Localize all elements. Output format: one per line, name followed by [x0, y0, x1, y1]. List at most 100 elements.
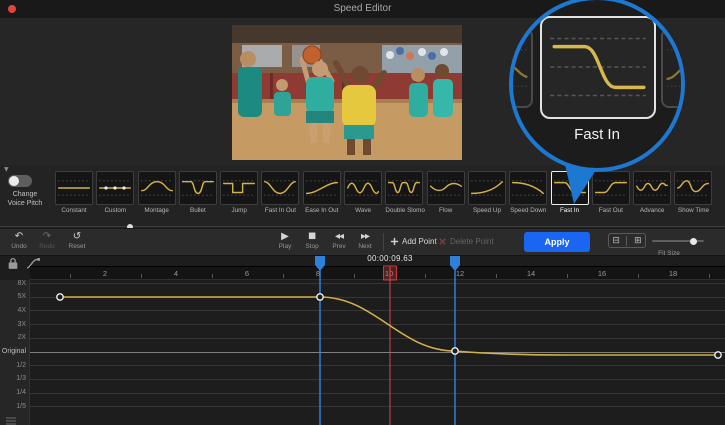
preset-thumbnail: [220, 171, 258, 205]
gridline: [30, 338, 725, 339]
preset-ease-in-out[interactable]: Ease In Out: [303, 171, 341, 214]
preset-scrollbar[interactable]: [0, 226, 725, 227]
gridline: [30, 365, 725, 366]
preset-thumbnail: [674, 171, 712, 205]
speed-editor-window: Speed Editor: [0, 0, 725, 425]
speed-scale-label: Original: [0, 348, 26, 355]
preset-thumbnail: [633, 171, 671, 205]
curve-graph[interactable]: 8X5X4X3X2XOriginal1/21/31/41/5: [0, 256, 725, 425]
gridline: [30, 406, 725, 407]
preset-thumbnail: [385, 171, 423, 205]
stop-button[interactable]: ■ Stop: [299, 231, 325, 250]
prev-icon: ◂◂: [326, 231, 352, 242]
gridline: [30, 393, 725, 394]
preset-label: Custom: [96, 207, 134, 214]
toggle-knob: [9, 176, 19, 186]
preset-label: Constant: [55, 207, 93, 214]
speed-scale-label: 1/3: [0, 375, 26, 382]
preset-thumbnail: [96, 171, 134, 205]
next-icon: ▸▸: [352, 231, 378, 242]
preset-custom[interactable]: Custom: [96, 171, 134, 214]
gridline: [30, 324, 725, 325]
apply-button[interactable]: Apply: [524, 232, 590, 252]
scale-options-icon[interactable]: [5, 413, 17, 425]
play-button[interactable]: ▶ Play: [272, 231, 298, 250]
delete-point-icon: [438, 237, 447, 246]
preset-fast-in-out[interactable]: Fast In Out: [261, 171, 299, 214]
collapse-arrow-icon[interactable]: ▼: [4, 166, 9, 173]
undo-icon: ↶: [6, 231, 32, 242]
gridline: [30, 297, 725, 298]
fit-view-icon[interactable]: ⊞: [634, 236, 642, 246]
preset-advance[interactable]: Advance: [633, 171, 671, 214]
preset-thumbnail: [138, 171, 176, 205]
next-button[interactable]: ▸▸ Next: [352, 231, 378, 250]
preset-thumbnail: [55, 171, 93, 205]
undo-button[interactable]: ↶ Undo: [6, 231, 32, 250]
play-icon: ▶: [272, 231, 298, 242]
zoom-slider[interactable]: [652, 240, 704, 242]
redo-icon: ↷: [34, 231, 60, 242]
preset-list: ConstantCustom MontageBulletJumpFast In O…: [55, 171, 716, 214]
preset-label: Flow: [427, 207, 465, 214]
preset-montage[interactable]: Montage: [138, 171, 176, 214]
speed-scale-label: 3X: [0, 321, 26, 328]
add-point-icon: [390, 237, 399, 246]
gridline: [30, 283, 725, 284]
toolbar-separator: [383, 233, 384, 251]
zoom-out-icon[interactable]: ⊟: [612, 236, 620, 246]
basketball-scene-illustration: [232, 25, 462, 160]
zoom-slider-knob[interactable]: [690, 238, 697, 245]
preset-label: Speed Down: [509, 207, 547, 214]
preset-label: Advance: [633, 207, 671, 214]
zoom-controls: ⊟ ⊞: [608, 233, 646, 248]
preset-label: Fast In Out: [261, 207, 299, 214]
reset-button[interactable]: ↺ Reset: [64, 231, 90, 250]
preset-label: Wave: [344, 207, 382, 214]
preset-thumbnail: [427, 171, 465, 205]
callout-fast-in-thumb: [540, 16, 656, 119]
preset-double-slomo[interactable]: Double Slomo: [385, 171, 423, 214]
speed-scale-label: 1/4: [0, 389, 26, 396]
speed-scale-label: 1/2: [0, 362, 26, 369]
voice-pitch-label: ChangeVoice Pitch: [0, 190, 50, 208]
preset-thumbnail: [468, 171, 506, 205]
speed-scale-label: 4X: [0, 307, 26, 314]
gridline: [30, 310, 725, 311]
gridline: [30, 379, 725, 380]
preset-label: Jump: [220, 207, 258, 214]
delete-point-button[interactable]: Delete Point: [438, 237, 494, 246]
voice-pitch-toggle[interactable]: [8, 175, 32, 187]
preset-label: Bullet: [179, 207, 217, 214]
preset-wave[interactable]: Wave: [344, 171, 382, 214]
callout-left-neighbor-thumb: [509, 28, 533, 108]
preset-bullet[interactable]: Bullet: [179, 171, 217, 214]
preset-thumbnail: [261, 171, 299, 205]
preset-label: Speed Up: [468, 207, 506, 214]
preset-thumbnail: [509, 171, 547, 205]
speed-scale-label: 8X: [0, 280, 26, 287]
preset-flow[interactable]: Flow: [427, 171, 465, 214]
preset-thumbnail: [179, 171, 217, 205]
preset-label: Show Time: [674, 207, 712, 214]
preset-label: Double Slomo: [385, 207, 423, 214]
add-point-button[interactable]: Add Point: [390, 237, 437, 246]
preset-label: Montage: [138, 207, 176, 214]
preset-show-time[interactable]: Show Time: [674, 171, 712, 214]
prev-button[interactable]: ◂◂ Prev: [326, 231, 352, 250]
speed-scale-label: 2X: [0, 334, 26, 341]
preset-jump[interactable]: Jump: [220, 171, 258, 214]
callout-label: Fast In: [513, 126, 681, 143]
preset-speed-up[interactable]: Speed Up: [468, 171, 506, 214]
preset-label: Ease In Out: [303, 207, 341, 214]
zoom-divider: [626, 236, 627, 246]
preset-speed-down[interactable]: Speed Down: [509, 171, 547, 214]
zoom-callout: Fast In: [509, 0, 685, 172]
stop-icon: ■: [299, 231, 325, 242]
speed-scale-label: 5X: [0, 293, 26, 300]
preset-thumbnail: [303, 171, 341, 205]
redo-button[interactable]: ↷ Redo: [34, 231, 60, 250]
preset-thumbnail: [344, 171, 382, 205]
preset-constant[interactable]: Constant: [55, 171, 93, 214]
reset-icon: ↺: [64, 231, 90, 242]
